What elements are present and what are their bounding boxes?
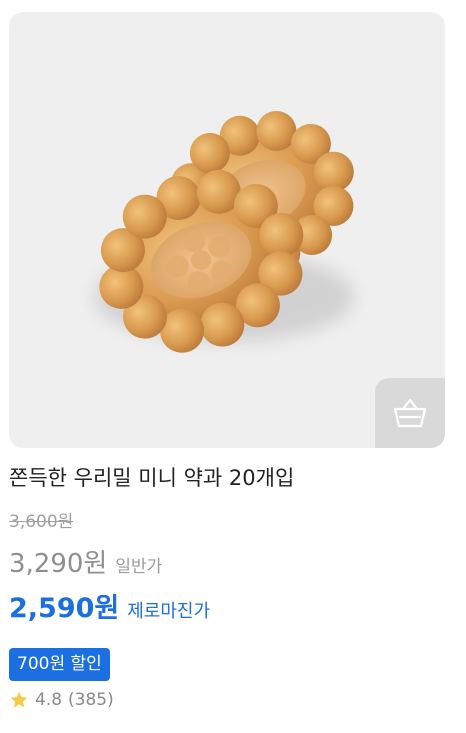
original-price: 3,600원 — [9, 512, 74, 532]
zero-margin-price: 2,590원 — [9, 593, 120, 624]
discount-badge: 700원 할인 — [9, 648, 110, 681]
product-image-frame[interactable] — [9, 12, 445, 448]
add-to-cart-button[interactable] — [375, 378, 445, 448]
product-title[interactable]: 쫀득한 우리밀 미니 약과 20개입 — [9, 463, 294, 493]
zero-margin-price-row: 2,590원 제로마진가 — [9, 589, 210, 629]
product-card[interactable]: 쫀득한 우리밀 미니 약과 20개입 3,600원 3,290원 일반가 2,5… — [0, 0, 466, 733]
rating-value: 4.8 — [35, 690, 63, 710]
shopping-basket-icon — [393, 398, 427, 428]
star-icon — [10, 691, 28, 708]
regular-price-tag: 일반가 — [115, 557, 163, 577]
review-count: (385) — [68, 690, 114, 710]
rating-row: 4.8 (385) — [9, 690, 114, 710]
regular-price: 3,290원 — [9, 549, 108, 579]
regular-price-row: 3,290원 일반가 — [9, 545, 162, 583]
zero-margin-tag: 제로마진가 — [127, 601, 211, 622]
